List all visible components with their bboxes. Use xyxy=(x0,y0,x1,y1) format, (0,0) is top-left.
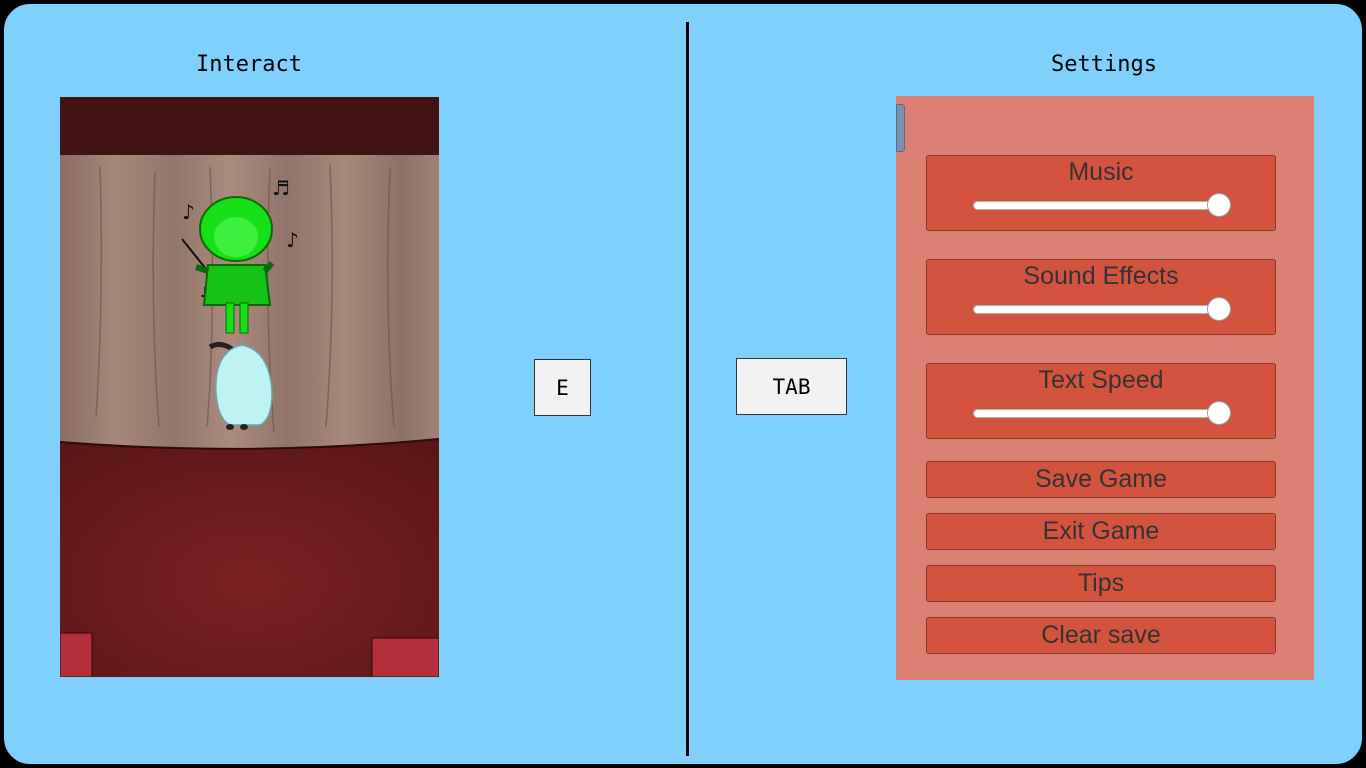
text-speed-slider[interactable]: Text Speed xyxy=(926,363,1276,439)
svg-text:♪: ♪ xyxy=(286,228,299,252)
sound-effects-label: Sound Effects xyxy=(1023,262,1179,290)
settings-panel: Music Sound Effects Text Speed Save Game… xyxy=(896,96,1314,680)
settings-key: TAB xyxy=(736,358,847,415)
sound-effects-slider[interactable]: Sound Effects xyxy=(926,259,1276,335)
svg-text:♪: ♪ xyxy=(182,200,195,224)
center-divider xyxy=(686,22,689,756)
music-slider-track[interactable] xyxy=(973,201,1219,210)
sound-effects-slider-knob[interactable] xyxy=(1207,297,1231,321)
settings-title: Settings xyxy=(1051,52,1157,77)
interact-key: E xyxy=(534,359,591,416)
text-speed-label: Text Speed xyxy=(1038,366,1164,394)
interact-title: Interact xyxy=(196,52,302,77)
clear-save-button[interactable]: Clear save xyxy=(926,617,1276,654)
exit-game-button[interactable]: Exit Game xyxy=(926,513,1276,550)
music-slider-knob[interactable] xyxy=(1207,193,1231,217)
panel-handle[interactable] xyxy=(896,104,905,152)
text-speed-slider-track[interactable] xyxy=(973,409,1219,418)
stage-scene-image: ♪♬ ♪♪ xyxy=(60,97,439,677)
svg-text:♬: ♬ xyxy=(272,176,290,200)
tutorial-screen: Interact Settings ♪ ♬ ♪ E TAB Music Soun… xyxy=(0,0,1366,768)
music-label: Music xyxy=(1068,158,1134,186)
save-game-button[interactable]: Save Game xyxy=(926,461,1276,498)
text-speed-slider-knob[interactable] xyxy=(1207,401,1231,425)
tips-button[interactable]: Tips xyxy=(926,565,1276,602)
sound-effects-slider-track[interactable] xyxy=(973,305,1219,314)
music-slider[interactable]: Music xyxy=(926,155,1276,231)
game-scene-preview: ♪♬ ♪♪ xyxy=(60,97,439,677)
